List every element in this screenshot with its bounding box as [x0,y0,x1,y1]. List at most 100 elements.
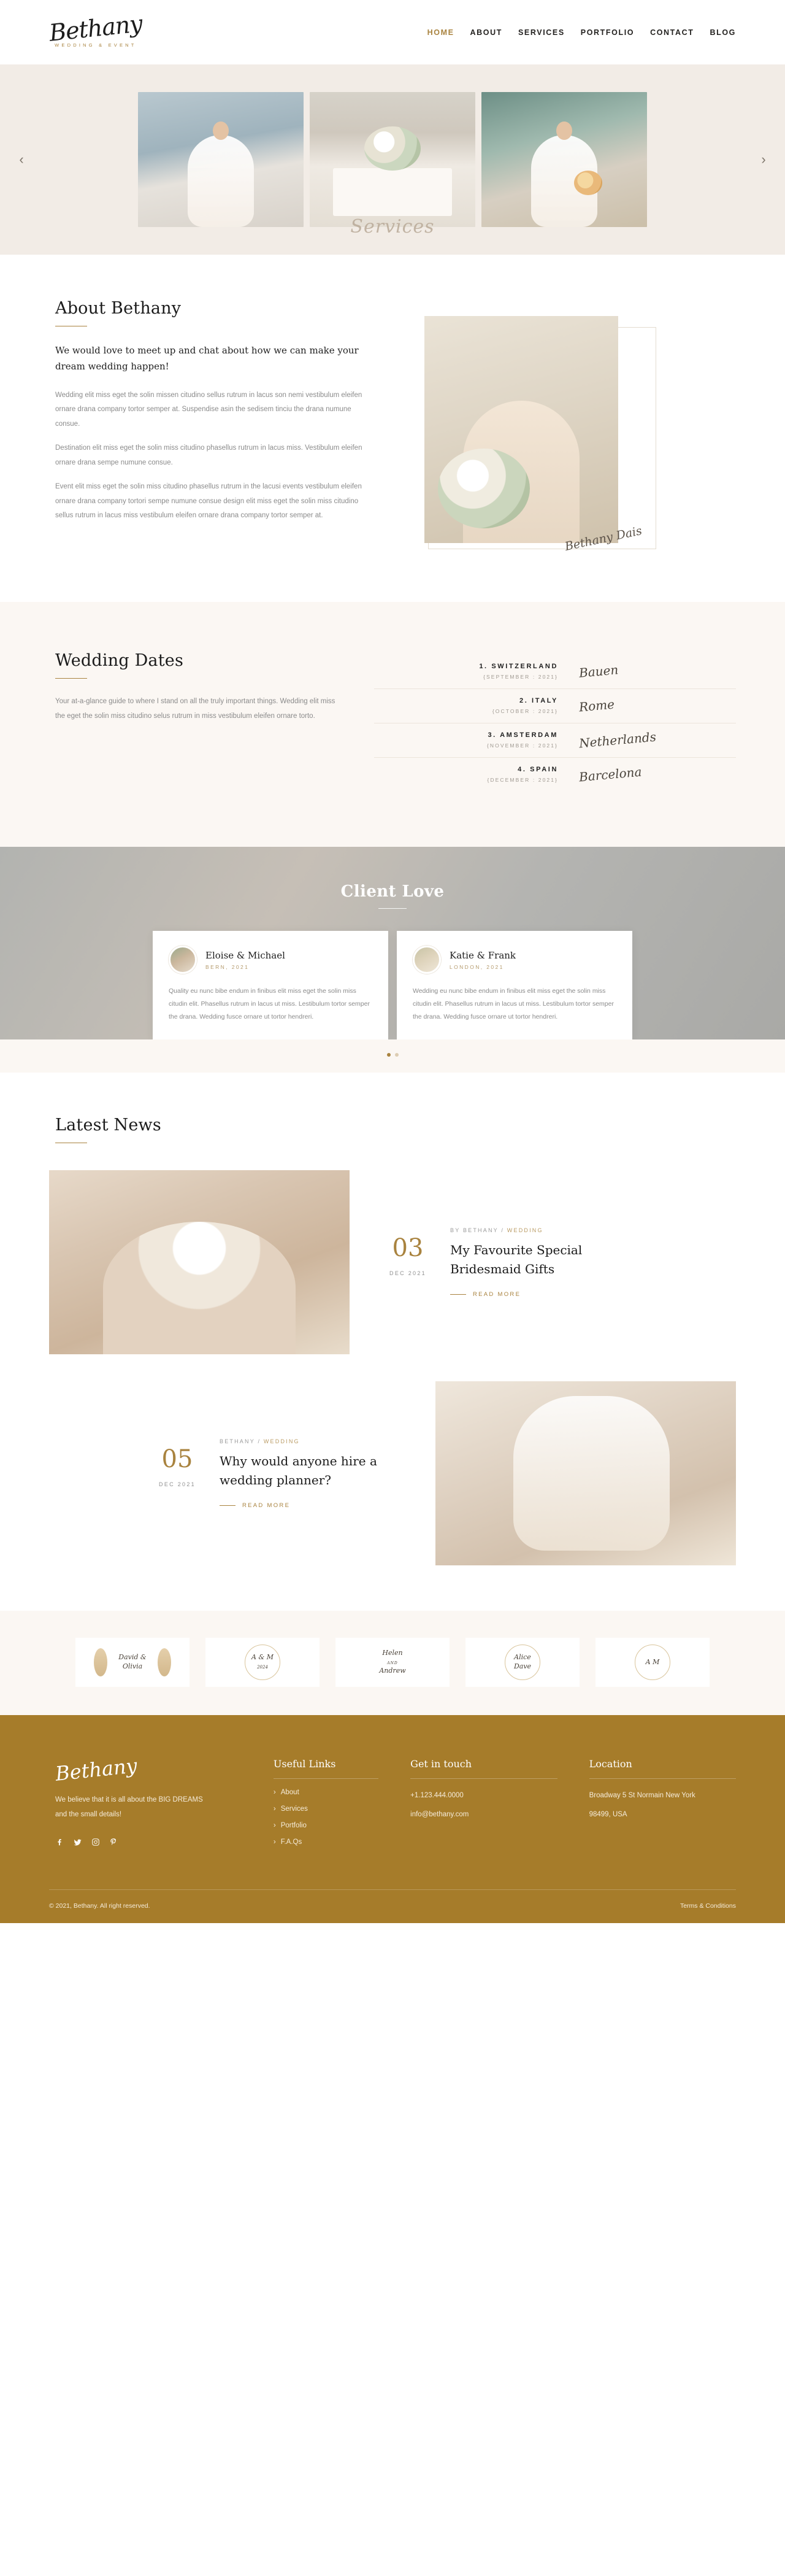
footer-link-about[interactable]: About [274,1789,378,1796]
facebook-icon[interactable] [55,1838,64,1847]
news-post[interactable]: 03 DEC 2021 BY BETHANY / WEDDING My Favo… [49,1170,736,1354]
dash-icon [220,1505,236,1506]
partner-line1: David & [118,1653,147,1662]
news-post[interactable]: 05 DEC 2021 BETHANY / WEDDING Why would … [49,1381,736,1565]
post-author: BETHANY / [220,1438,261,1444]
partner-line1: Helen [382,1648,403,1657]
partner-line1: A M [645,1657,660,1666]
hero-slide-rail [0,92,785,227]
social-links [55,1838,242,1847]
testimonials-title: Client Love [340,882,445,901]
partner-logo[interactable]: David & Olivia [75,1638,190,1687]
partner-logo[interactable]: A & M 2024 [205,1638,320,1687]
nav-item-blog[interactable]: BLOG [710,28,736,37]
slider-prev-icon[interactable]: ‹ [13,152,29,168]
terms-link[interactable]: Terms & Conditions [680,1902,736,1910]
post-thumbnail[interactable] [49,1170,350,1354]
date-row[interactable]: 4. SPAIN {DECEMBER : 2021} Barcelona [374,758,736,792]
date-city: Rome [578,696,615,715]
post-thumbnail[interactable] [435,1381,736,1565]
post-day: 05 [161,1444,193,1473]
about-lead: We would love to meet up and chat about … [55,345,359,372]
footer-link-services[interactable]: Services [274,1805,378,1813]
partner-line1: A & M [251,1653,274,1662]
hero-slide[interactable] [310,92,475,227]
about-paragraph: Event elit miss eget the solin miss citu… [55,483,362,520]
about-paragraph: Destination elit miss eget the solin mis… [55,444,362,466]
slider-next-icon[interactable]: › [756,152,772,168]
bride-head [556,121,572,140]
avatar [413,946,441,974]
copyright-text: © 2021, Bethany. All right reserved. [49,1902,150,1910]
post-meta: BETHANY / WEDDING [220,1438,404,1444]
footer-address-line2: 98499, USA [589,1811,627,1818]
testimonial-place: LONDON, 2021 [450,963,504,970]
footer-tagline: We believe that it is all about the BIG … [55,1796,203,1819]
carousel-dot[interactable] [394,1053,399,1057]
partner-logos-section: David & Olivia A & M 2024 Helen AND Andr… [0,1611,785,1715]
post-category[interactable]: WEDDING [264,1438,300,1444]
date-row[interactable]: 1. SWITZERLAND {SEPTEMBER : 2021} Bauen [374,655,736,689]
flower-bouquet [438,449,530,528]
brand-name: Bethany [48,10,144,47]
date-row[interactable]: 2. ITALY {OCTOBER : 2021} Rome [374,689,736,723]
nav-item-services[interactable]: SERVICES [518,28,565,37]
nav-item-about[interactable]: ABOUT [470,28,502,37]
hero-slider: ‹ › Services [0,64,785,255]
testimonial-card[interactable]: Katie & Frank LONDON, 2021 Wedding eu nu… [397,931,632,1039]
flower-bouquet [364,126,421,171]
footer-phone[interactable]: +1.123.444.0000 [410,1789,557,1803]
nav-item-home[interactable]: HOME [427,28,454,37]
twitter-icon[interactable] [73,1838,82,1847]
post-title[interactable]: My Favourite Special Bridesmaid Gifts [450,1241,634,1279]
footer-bottom-bar: © 2021, Bethany. All right reserved. Ter… [49,1889,736,1923]
read-more-link[interactable]: READ MORE [450,1291,634,1298]
partner-line2: AND [387,1660,398,1665]
post-month: DEC 2021 [159,1481,196,1487]
partner-logo[interactable]: A M [595,1638,710,1687]
post-meta: BY BETHANY / WEDDING [450,1227,634,1233]
brand-logo[interactable]: Bethany WEDDING & EVENT [48,10,144,48]
post-title[interactable]: Why would anyone hire a wedding planner? [220,1452,404,1490]
read-more-link[interactable]: READ MORE [220,1502,404,1509]
footer-contact-column: Get in touch +1.123.444.0000 info@bethan… [410,1758,557,1855]
date-when: {NOVEMBER : 2021} [486,742,558,749]
bride-figure [188,135,254,227]
news-title: Latest News [55,1116,161,1135]
footer-links-column: Useful Links About Services Portfolio F.… [273,1758,379,1855]
dates-copy: Wedding Dates Your at-a-glance guide to … [49,651,337,723]
date-city: Netherlands [578,729,657,751]
partner-logo[interactable]: Alice Dave [465,1638,580,1687]
footer-link-faqs[interactable]: F.A.Qs [274,1838,378,1846]
main-nav: HOME ABOUT SERVICES PORTFOLIO CONTACT BL… [427,28,736,37]
hero-slide[interactable] [481,92,647,227]
date-country: 3. AMSTERDAM [488,731,558,739]
hero-slide[interactable] [138,92,304,227]
date-when: {DECEMBER : 2021} [487,777,558,783]
title-rule [55,678,87,679]
latest-news-section: Latest News 03 DEC 2021 BY BETHANY / WED… [0,1073,785,1611]
footer-brand-column: Bethany We believe that it is all about … [54,1754,242,1855]
testimonial-card[interactable]: Eloise & Michael BERN, 2021 Quality eu n… [153,931,388,1039]
date-city: Barcelona [578,764,643,785]
partner-line1: Alice [514,1653,531,1662]
nav-item-portfolio[interactable]: PORTFOLIO [581,28,634,37]
footer-email[interactable]: info@bethany.com [410,1808,557,1822]
dates-list: 1. SWITZERLAND {SEPTEMBER : 2021} Bauen … [374,651,736,792]
post-category[interactable]: WEDDING [507,1227,543,1233]
date-when: {SEPTEMBER : 2021} [483,674,558,680]
partner-logo[interactable]: Helen AND Andrew [335,1638,450,1687]
testimonial-name: Eloise & Michael [205,949,285,961]
date-when: {OCTOBER : 2021} [492,708,558,714]
carousel-dot[interactable] [386,1053,391,1057]
pinterest-icon[interactable] [109,1838,118,1847]
dates-title: Wedding Dates [55,651,184,670]
instagram-icon[interactable] [91,1838,100,1847]
footer-brand[interactable]: Bethany [54,1754,138,1786]
post-month: DEC 2021 [389,1270,426,1276]
footer-link-portfolio[interactable]: Portfolio [274,1822,378,1829]
date-row[interactable]: 3. AMSTERDAM {NOVEMBER : 2021} Netherlan… [374,723,736,758]
footer-contact-title: Get in touch [410,1758,557,1779]
nav-item-contact[interactable]: CONTACT [650,28,694,37]
testimonial-rail: Eloise & Michael BERN, 2021 Quality eu n… [0,931,785,1039]
